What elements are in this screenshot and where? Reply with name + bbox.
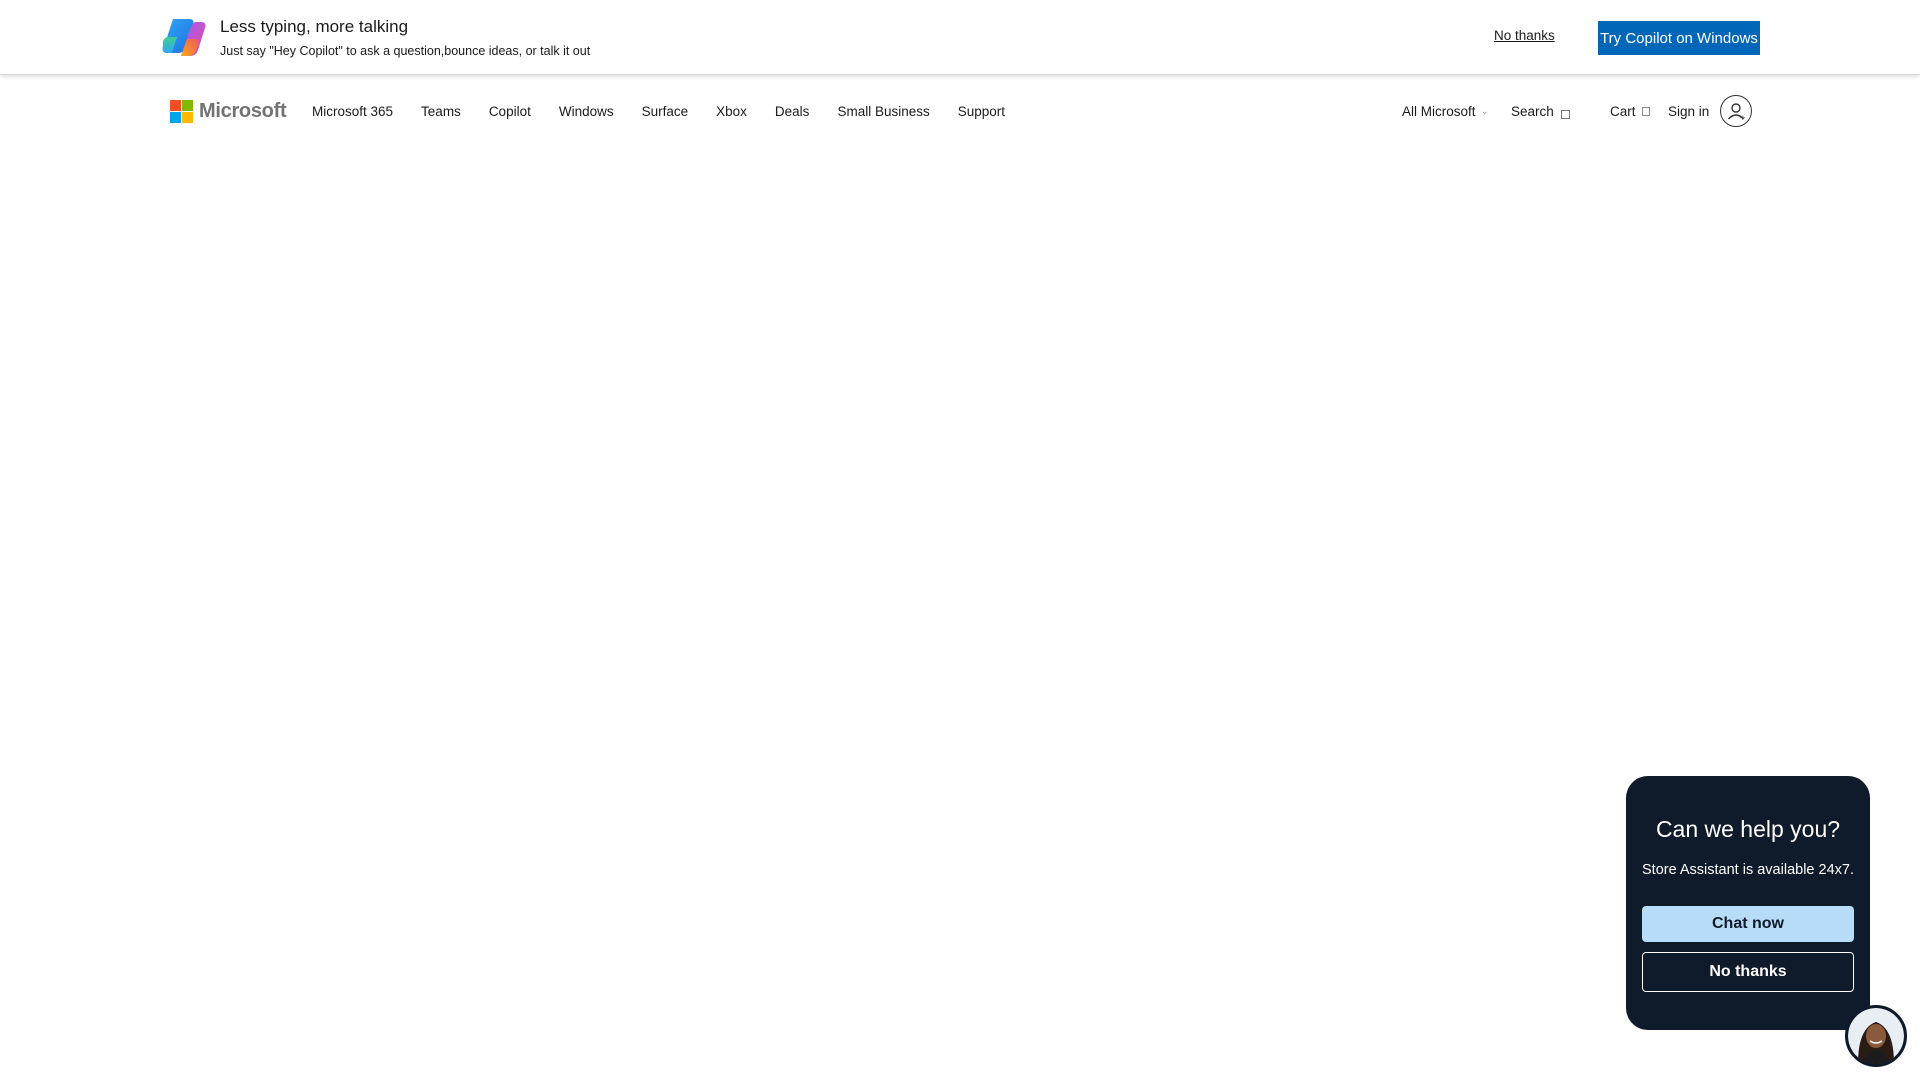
chat-popup-subtitle: Store Assistant is available 24x7. <box>1642 862 1854 878</box>
user-silhouette-icon: + <box>1727 103 1746 122</box>
cart-label: Cart <box>1610 104 1636 119</box>
site-header: Microsoft Microsoft 365 Teams Copilot Wi… <box>0 76 1920 148</box>
header-tools: All Microsoft ⌄ Search Cart Sign in <box>0 104 1920 124</box>
chevron-down-icon: ⌄ <box>1480 106 1489 117</box>
all-microsoft-menu[interactable]: All Microsoft ⌄ <box>1402 104 1489 119</box>
user-account-icon[interactable]: + <box>1720 95 1752 127</box>
store-assistant-avatar[interactable] <box>1845 1005 1907 1067</box>
sign-in-label: Sign in <box>1668 104 1710 119</box>
search-icon <box>1560 110 1570 119</box>
banner-headline: Less typing, more talking <box>220 17 409 36</box>
cart-icon <box>1641 107 1650 116</box>
copilot-logo-icon <box>162 19 206 56</box>
copilot-banner: Less typing, more talking Just say "Hey … <box>0 0 1920 75</box>
cart-link[interactable]: Cart <box>1610 104 1650 119</box>
banner-no-thanks-link[interactable]: No thanks <box>1494 28 1555 43</box>
try-copilot-button[interactable]: Try Copilot on Windows <box>1598 21 1760 55</box>
chat-no-thanks-button[interactable]: No thanks <box>1642 952 1854 992</box>
banner-subline: Just say "Hey Copilot" to ask a question… <box>220 44 591 58</box>
banner-text: Less typing, more talking Just say "Hey … <box>220 16 590 60</box>
assistant-portrait-icon <box>1848 1008 1904 1064</box>
sign-in-link[interactable]: Sign in <box>1668 104 1709 119</box>
search-label: Search <box>1511 104 1554 119</box>
svg-text:+: + <box>1740 114 1746 122</box>
chat-now-button[interactable]: Chat now <box>1642 906 1854 942</box>
store-assistant-popup: Can we help you? Store Assistant is avai… <box>1626 776 1870 1030</box>
chat-popup-title: Can we help you? <box>1655 816 1841 842</box>
search-button[interactable]: Search <box>1511 104 1570 119</box>
all-microsoft-label: All Microsoft <box>1402 104 1476 119</box>
